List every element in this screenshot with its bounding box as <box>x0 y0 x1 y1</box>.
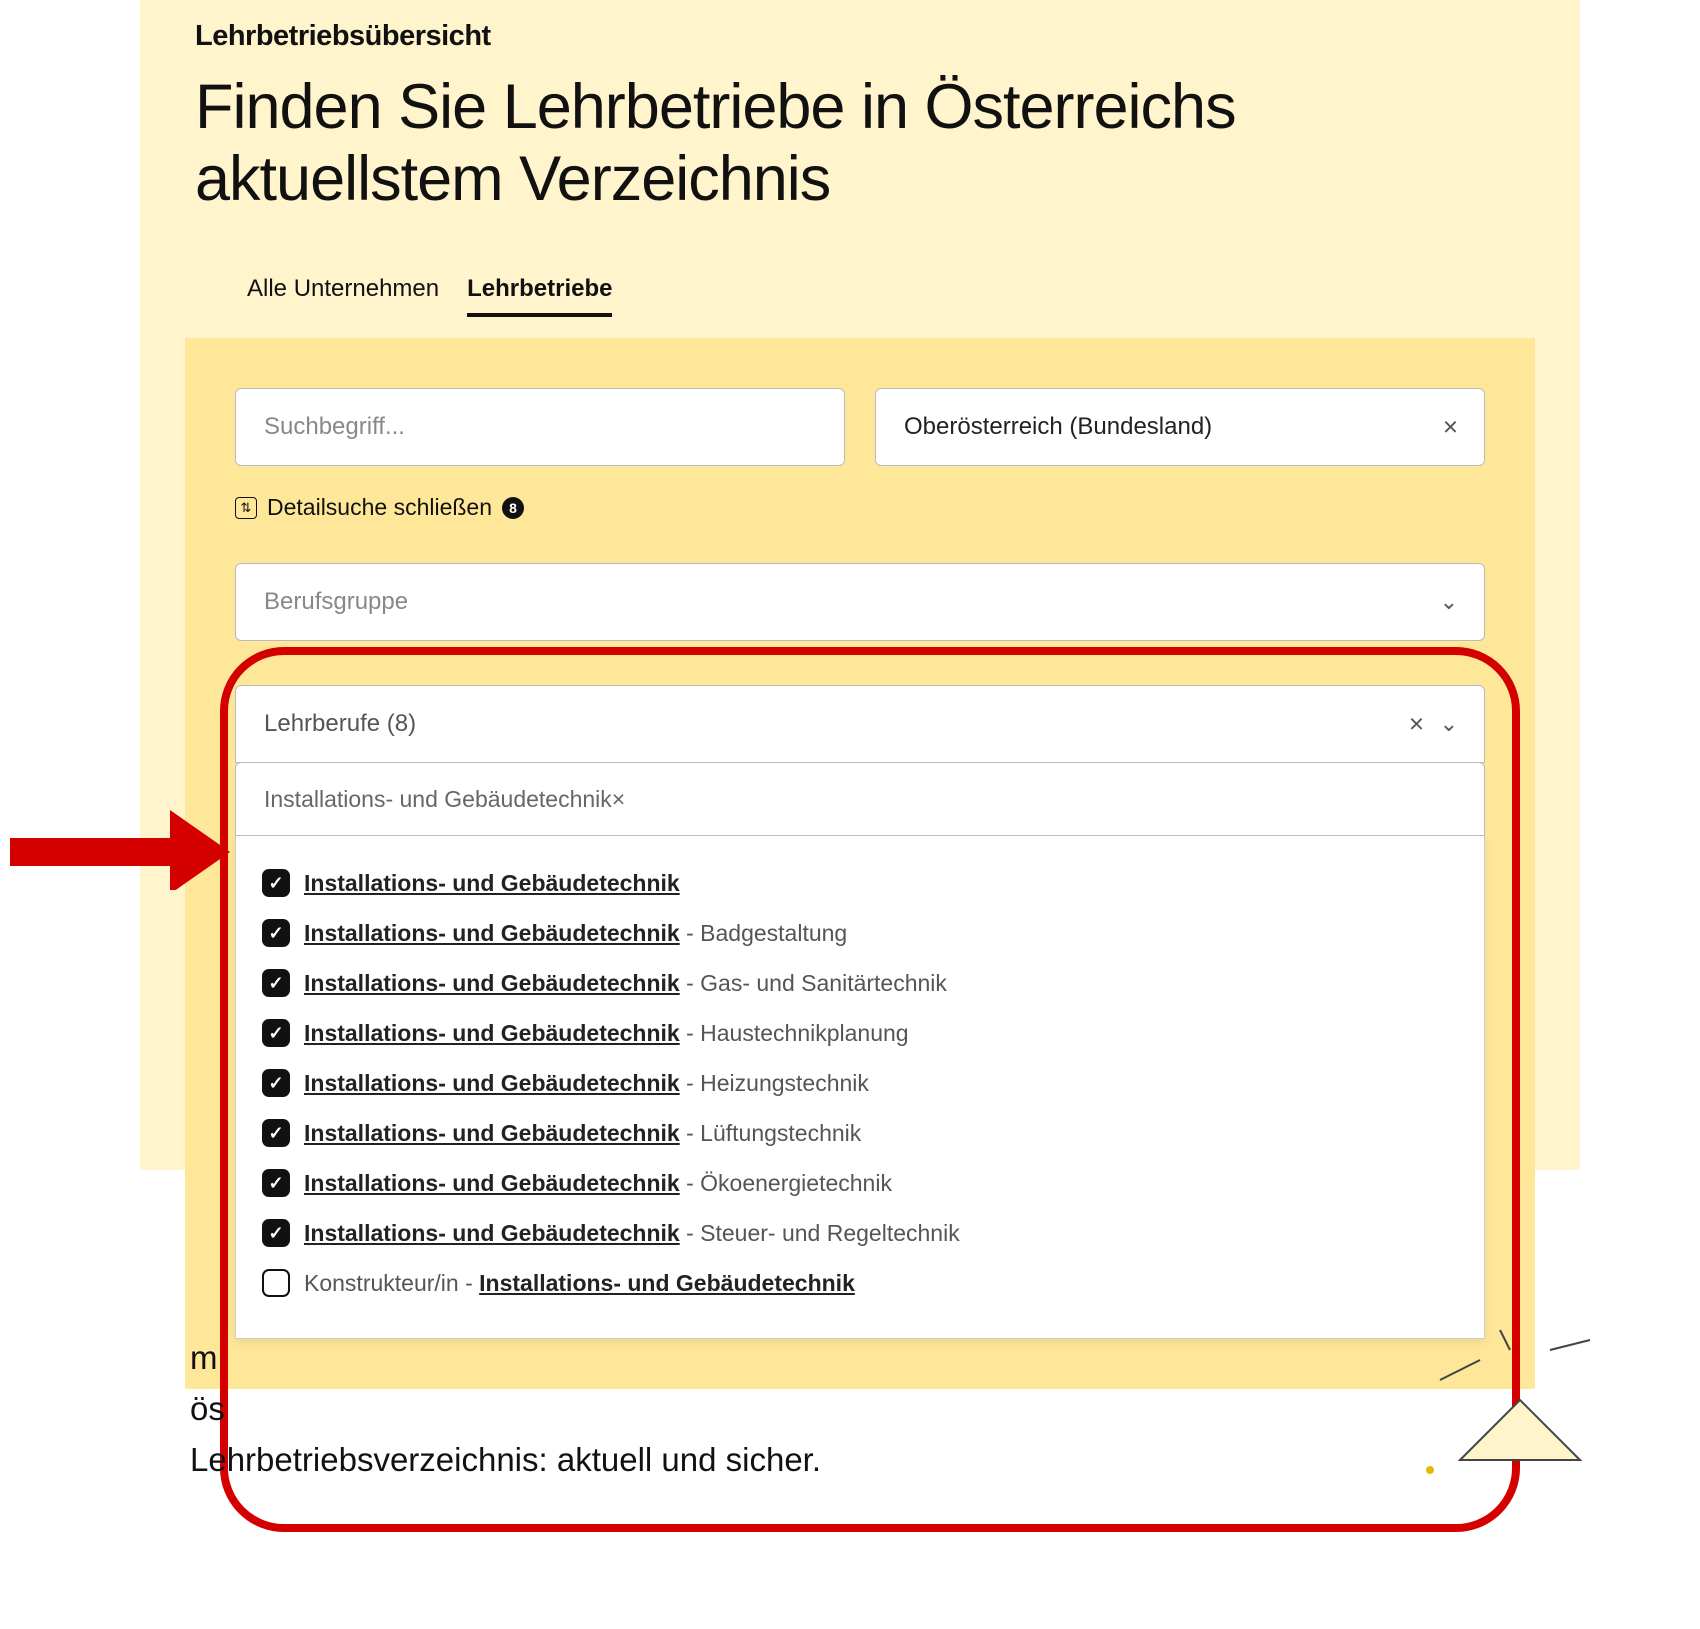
lehrberufe-option[interactable]: Installations- und Gebäudetechnik <box>262 858 1458 908</box>
search-panel: Suchbegriff... Oberösterreich (Bundeslan… <box>185 338 1535 1389</box>
lehrberufe-option[interactable]: Installations- und Gebäudetechnik - Ökoe… <box>262 1158 1458 1208</box>
region-value: Oberösterreich (Bundesland) <box>904 413 1212 441</box>
option-label: Installations- und Gebäudetechnik - Gas-… <box>304 970 947 997</box>
sliders-icon: ⇅ <box>235 497 257 519</box>
checkbox[interactable] <box>262 1219 290 1247</box>
annotation-arrow-icon <box>10 810 230 890</box>
option-label: Installations- und Gebäudetechnik - Lüft… <box>304 1120 861 1147</box>
berufsgruppe-select[interactable]: Berufsgruppe ⌄ <box>235 563 1485 641</box>
footer-text-fragment: m ös Lehrbetriebsverzeichnis: aktuell un… <box>190 1332 821 1485</box>
lehrberufe-option[interactable]: Installations- und Gebäudetechnik - Badg… <box>262 908 1458 958</box>
footer-illustration <box>1400 1300 1600 1500</box>
detail-search-toggle[interactable]: ⇅ Detailsuche schließen 8 <box>235 494 1485 521</box>
chevron-down-icon: ⌄ <box>1440 589 1458 615</box>
tab-lehrbetriebe[interactable]: Lehrbetriebe <box>467 275 612 317</box>
checkbox[interactable] <box>262 1269 290 1297</box>
lehrberufe-options-list: Installations- und Gebäudetechnik Install… <box>235 836 1485 1339</box>
search-term-placeholder: Suchbegriff... <box>264 413 405 441</box>
option-label: Installations- und Gebäudetechnik - Haus… <box>304 1020 909 1047</box>
lehrberufe-label: Lehrberufe (8) <box>264 710 416 738</box>
tabs: Alle Unternehmen Lehrbetriebe <box>247 275 612 317</box>
checkbox[interactable] <box>262 969 290 997</box>
lehrberufe-select[interactable]: Lehrberufe (8) × ⌄ <box>235 685 1485 763</box>
lehrberufe-option[interactable]: Installations- und Gebäudetechnik - Gas-… <box>262 958 1458 1008</box>
region-select[interactable]: Oberösterreich (Bundesland) × <box>875 388 1485 466</box>
detail-search-label: Detailsuche schließen <box>267 494 492 521</box>
lehrberufe-option[interactable]: Installations- und Gebäudetechnik - Lüft… <box>262 1108 1458 1158</box>
clear-lehrberufe-icon[interactable]: × <box>1409 709 1424 740</box>
lehrberufe-option[interactable]: Installations- und Gebäudetechnik - Haus… <box>262 1008 1458 1058</box>
page-headline: Finden Sie Lehrbetriebe in Österreichs a… <box>195 71 1515 216</box>
checkbox[interactable] <box>262 1169 290 1197</box>
lehrberufe-option[interactable]: Installations- und Gebäudetechnik - Steu… <box>262 1208 1458 1258</box>
clear-region-icon[interactable]: × <box>1443 412 1458 443</box>
tab-all-companies[interactable]: Alle Unternehmen <box>247 275 439 317</box>
page-overline: Lehrbetriebsübersicht <box>195 20 1515 53</box>
option-label: Konstrukteur/in - Installations- und Geb… <box>304 1270 855 1297</box>
checkbox[interactable] <box>262 919 290 947</box>
option-label: Installations- und Gebäudetechnik - Heiz… <box>304 1070 869 1097</box>
footer-line3: Lehrbetriebsverzeichnis: aktuell und sic… <box>190 1441 821 1478</box>
option-label: Installations- und Gebäudetechnik - Badg… <box>304 920 847 947</box>
lehrberufe-filter-value: Installations- und Gebäudetechnik <box>264 786 612 813</box>
option-label: Installations- und Gebäudetechnik - Steu… <box>304 1220 960 1247</box>
clear-filter-icon[interactable]: × <box>612 786 625 813</box>
search-term-input[interactable]: Suchbegriff... <box>235 388 845 466</box>
detail-search-badge: 8 <box>502 497 524 519</box>
berufsgruppe-placeholder: Berufsgruppe <box>264 588 408 616</box>
header: Lehrbetriebsübersicht Finden Sie Lehrbet… <box>195 20 1515 216</box>
lehrberufe-option[interactable]: Installations- und Gebäudetechnik - Heiz… <box>262 1058 1458 1108</box>
option-label: Installations- und Gebäudetechnik - Ökoe… <box>304 1170 892 1197</box>
checkbox[interactable] <box>262 1069 290 1097</box>
footer-line1: m <box>190 1339 218 1376</box>
footer-line2: ös <box>190 1390 225 1427</box>
option-label: Installations- und Gebäudetechnik <box>304 870 680 897</box>
checkbox[interactable] <box>262 869 290 897</box>
chevron-down-icon: ⌄ <box>1440 711 1458 737</box>
lehrberufe-option[interactable]: Konstrukteur/in - Installations- und Geb… <box>262 1258 1458 1308</box>
lehrberufe-filter-input[interactable]: Installations- und Gebäudetechnik × <box>235 762 1485 836</box>
checkbox[interactable] <box>262 1119 290 1147</box>
checkbox[interactable] <box>262 1019 290 1047</box>
